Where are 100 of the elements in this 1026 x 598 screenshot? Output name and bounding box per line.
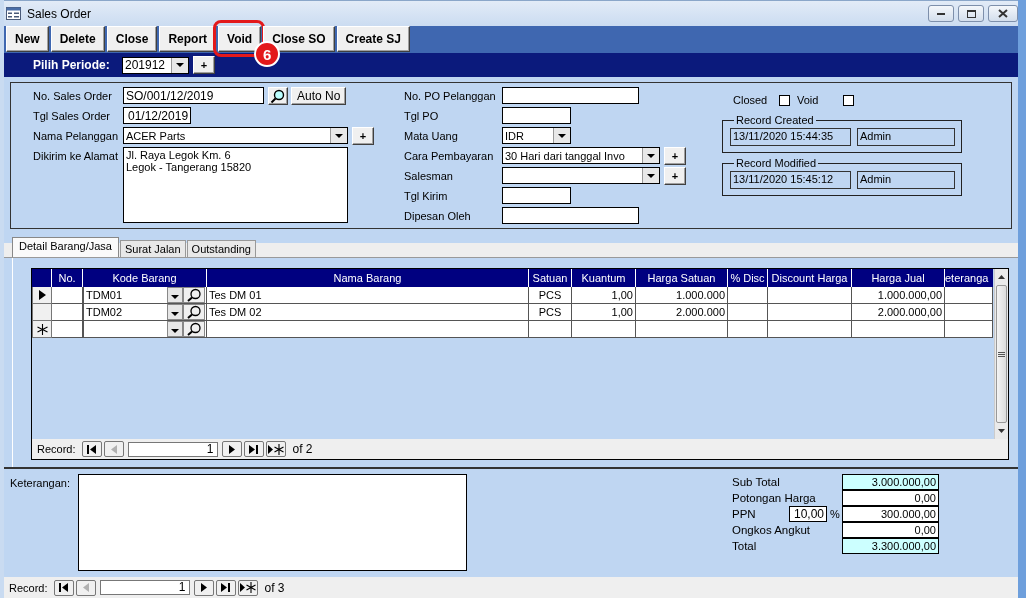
timestamp-field: 13/11/2020 15:44:35 <box>730 128 851 146</box>
add-button[interactable]: + <box>664 147 686 165</box>
search-button[interactable] <box>183 304 205 320</box>
field-label: Tgl Kirim <box>404 189 449 202</box>
add-button[interactable]: + <box>352 127 374 145</box>
tab[interactable]: Surat Jalan <box>119 240 186 257</box>
field-label: No. Sales Order <box>33 89 113 102</box>
period-label: Pilih Periode: <box>33 58 111 72</box>
record-number-field[interactable]: 1 <box>99 580 190 595</box>
new-record-button[interactable] <box>265 441 286 457</box>
tab[interactable]: Detail Barang/Jasa <box>12 237 119 257</box>
total-value: 300.000,00 <box>842 506 939 522</box>
rate-field[interactable]: 10,00 <box>789 506 827 522</box>
search-button[interactable] <box>183 287 205 303</box>
auto-number-button[interactable]: Auto No <box>291 87 347 105</box>
dropdown-button[interactable] <box>330 128 347 143</box>
table-cell <box>945 321 993 338</box>
add-button[interactable]: + <box>193 56 215 74</box>
search-icon <box>186 305 202 319</box>
toolbar-button[interactable]: Close <box>106 26 158 52</box>
form-icon <box>6 7 21 20</box>
tab[interactable]: Outstanding <box>186 240 256 257</box>
text-field[interactable] <box>502 207 639 224</box>
total-value: 3.000.000,00 <box>842 474 939 490</box>
dropdown-field[interactable]: ACER Parts <box>123 127 348 144</box>
checkbox-label: Void <box>797 94 820 106</box>
row-selector[interactable] <box>32 321 52 338</box>
next-record-button[interactable] <box>193 579 214 596</box>
field-label: Nama Pelanggan <box>33 129 119 142</box>
window-title: Sales Order <box>27 6 92 21</box>
toolbar-button[interactable]: Void <box>218 26 262 52</box>
add-button[interactable]: + <box>664 167 686 185</box>
vertical-scrollbar[interactable] <box>994 269 1008 439</box>
text-field[interactable]: SO/001/12/2019 <box>123 87 264 104</box>
table-cell: Tes DM 02 <box>207 304 529 321</box>
text-field[interactable] <box>502 87 639 104</box>
toolbar-button[interactable]: New <box>6 26 49 52</box>
checkbox[interactable] <box>779 94 790 106</box>
dropdown-button[interactable] <box>642 168 659 183</box>
search-icon <box>270 88 286 104</box>
dropdown-button[interactable] <box>553 128 570 143</box>
dropdown-button[interactable] <box>167 321 183 337</box>
user-field: Admin <box>857 128 955 146</box>
toolbar-button[interactable]: Delete <box>50 26 105 52</box>
table-cell <box>945 304 993 321</box>
search-icon <box>186 288 202 302</box>
next-record-button[interactable] <box>221 441 242 457</box>
record-count: of 2 <box>292 442 313 456</box>
total-label: Potongan Harga <box>732 492 817 504</box>
first-record-button[interactable] <box>81 441 102 457</box>
table-cell: PCS <box>529 304 572 321</box>
row-selector[interactable] <box>32 287 52 304</box>
first-icon <box>87 444 97 454</box>
table-cell: PCS <box>529 287 572 304</box>
date-field[interactable] <box>502 107 571 124</box>
toolbar-button[interactable]: Create SJ <box>336 26 410 52</box>
total-label: Total <box>732 540 758 552</box>
dropdown-field[interactable]: 30 Hari dari tanggal Invo <box>502 147 660 164</box>
dropdown-button[interactable] <box>642 148 659 163</box>
field-label: Salesman <box>404 169 454 182</box>
close-button[interactable] <box>988 5 1018 22</box>
table-cell: 1,00 <box>572 287 636 304</box>
date-field[interactable] <box>502 187 571 204</box>
last-icon <box>249 444 259 454</box>
maximize-button[interactable] <box>958 5 984 22</box>
notes-field[interactable] <box>78 474 467 571</box>
table-cell: 2.000.000,00 <box>852 304 945 321</box>
maximize-icon <box>966 9 976 18</box>
dropdown-button[interactable] <box>171 57 188 73</box>
minimize-icon <box>937 12 945 15</box>
record-count: of 3 <box>264 580 285 595</box>
dropdown-field[interactable] <box>502 167 660 184</box>
caret-icon <box>171 295 179 299</box>
table-cell: 1.000.000 <box>636 287 728 304</box>
dropdown-button[interactable] <box>167 287 183 303</box>
date-field[interactable]: 01/12/2019 <box>123 107 191 124</box>
field-label: Dikirim ke Alamat <box>33 149 119 162</box>
field-label: Mata Uang <box>404 129 459 142</box>
search-button[interactable] <box>183 321 205 337</box>
last-record-button[interactable] <box>215 579 236 596</box>
right-arrow-icon <box>228 444 235 454</box>
caret-icon <box>558 133 566 138</box>
user-field: Admin <box>857 171 955 189</box>
table-cell <box>945 287 993 304</box>
address-field[interactable]: Jl. Raya Legok Km. 6 Legok - Tangerang 15820 <box>123 147 348 223</box>
checkbox[interactable] <box>843 94 854 106</box>
left-arrow-icon <box>82 583 89 592</box>
timestamp-field: 13/11/2020 15:45:12 <box>730 171 851 189</box>
down-arrow-icon <box>998 429 1005 433</box>
last-record-button[interactable] <box>243 441 264 457</box>
dropdown-field[interactable]: IDR <box>502 127 571 144</box>
dropdown-button[interactable] <box>167 304 183 320</box>
group-title: Record Modified <box>735 157 818 169</box>
scroll-thumb[interactable] <box>996 285 1007 423</box>
new-record-button[interactable] <box>237 579 258 596</box>
column-header: eteranga <box>945 271 990 286</box>
first-record-button[interactable] <box>53 579 74 596</box>
period-select[interactable]: 201912 <box>122 56 189 74</box>
record-number-field[interactable]: 1 <box>127 441 218 457</box>
minimize-button[interactable] <box>928 5 954 22</box>
